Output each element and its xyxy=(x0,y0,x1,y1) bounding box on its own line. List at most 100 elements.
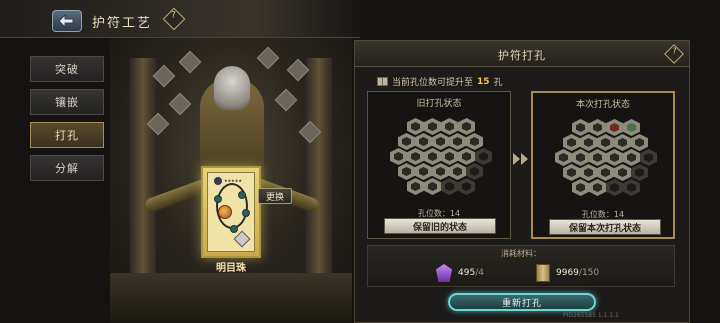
info-value: 15 xyxy=(477,76,490,87)
hole-slot xyxy=(623,119,640,136)
material-need: /4 xyxy=(475,268,484,278)
hole-slot xyxy=(407,118,424,135)
hole-slot xyxy=(606,149,623,166)
hole-slot xyxy=(458,118,475,135)
old-state-title: 旧打孔状态 xyxy=(416,99,462,109)
hole-slot xyxy=(449,163,466,180)
material-need: /150 xyxy=(578,268,600,278)
menu-item-breakthrough[interactable]: 突破 xyxy=(30,56,104,82)
menu-item-decompose[interactable]: 分解 xyxy=(30,155,104,181)
header-bar: 护符工艺 ? xyxy=(0,0,360,38)
hole-slot xyxy=(441,178,458,195)
hole-slot xyxy=(572,149,589,166)
hole-slot xyxy=(563,164,580,181)
material-amount: 495/4 xyxy=(458,268,484,278)
material-scroll: 9969/150 xyxy=(536,262,656,284)
hole-slot xyxy=(580,164,597,181)
hole-slot xyxy=(458,148,475,165)
panel-title: 护符打孔 xyxy=(498,49,546,62)
punch-panel: 护符打孔 ? 当前孔位数可提升至 15 孔 旧打孔状态 孔位数：14 保留旧的状态 … xyxy=(354,40,690,323)
item-name: 明目珠 xyxy=(216,263,246,274)
hole-slot xyxy=(407,178,424,195)
jade-bead xyxy=(242,209,250,217)
amulet-level-badge xyxy=(213,176,223,186)
hole-slot xyxy=(606,179,623,196)
hole-slot xyxy=(631,164,648,181)
amulet-card-face: ★★★★★ xyxy=(207,172,255,252)
page-title: 护符工艺 xyxy=(92,16,153,31)
material-amount: 9969/150 xyxy=(556,268,599,278)
hole-slot xyxy=(449,133,466,150)
hole-slot xyxy=(580,134,597,151)
material-have: 9969 xyxy=(556,268,579,278)
hole-slot xyxy=(441,148,458,165)
craft-menu: 突破 镶嵌 打孔 分解 xyxy=(30,56,104,188)
hole-slot xyxy=(597,164,614,181)
info-suffix: 孔 xyxy=(493,78,503,88)
hole-slot xyxy=(589,119,606,136)
compare-arrow-icon xyxy=(513,153,531,167)
hole-slot xyxy=(572,119,589,136)
hole-slot xyxy=(432,133,449,150)
hole-slot xyxy=(614,164,631,181)
info-prefix: 当前孔位数可提升至 xyxy=(392,78,474,88)
hole-slot xyxy=(390,148,407,165)
hole-slot xyxy=(458,178,475,195)
hole-slot xyxy=(589,149,606,166)
cost-area: 消耗材料： 495/4 9969/150 xyxy=(367,245,675,287)
statue-mask xyxy=(214,66,250,110)
hole-slot xyxy=(589,179,606,196)
menu-item-punch[interactable]: 打孔 xyxy=(30,122,104,148)
purple-crystal-icon xyxy=(436,264,452,282)
hole-slot xyxy=(475,148,492,165)
hole-slot xyxy=(623,149,640,166)
help-icon[interactable]: ? xyxy=(162,7,186,31)
rune-tile xyxy=(256,46,280,70)
hole-slot xyxy=(563,134,580,151)
back-button[interactable] xyxy=(52,10,82,32)
hole-slot xyxy=(640,149,657,166)
cost-title: 消耗材料： xyxy=(501,249,541,258)
rune-tile xyxy=(152,64,176,88)
rune-tile xyxy=(274,88,298,112)
hole-slot xyxy=(614,134,631,151)
scroll-icon xyxy=(536,264,550,282)
hole-slot xyxy=(597,134,614,151)
amber-bead xyxy=(218,205,232,219)
jade-bead xyxy=(238,191,246,199)
help-glyph: ? xyxy=(672,46,677,56)
new-state-title: 本次打孔状态 xyxy=(575,100,630,110)
book-icon xyxy=(377,77,388,86)
old-hole-grid xyxy=(390,118,492,204)
old-state-box: 旧打孔状态 孔位数：14 保留旧的状态 xyxy=(367,91,511,239)
amulet-card[interactable]: ★★★★★ xyxy=(201,166,261,258)
back-arrow-icon xyxy=(58,14,74,28)
hole-upgrade-info: 当前孔位数可提升至 15 孔 xyxy=(377,75,503,88)
jade-bead xyxy=(230,225,238,233)
hole-slot xyxy=(424,148,441,165)
scene-floor xyxy=(110,273,352,323)
replace-button[interactable]: 更换 xyxy=(258,188,292,204)
rune-tile xyxy=(178,50,202,74)
rune-tile xyxy=(168,92,192,116)
hole-slot xyxy=(572,179,589,196)
panel-header: 护符打孔 ? xyxy=(355,41,689,67)
hole-slot xyxy=(424,178,441,195)
hole-slot xyxy=(432,163,449,180)
hole-slot xyxy=(441,118,458,135)
hole-slot xyxy=(415,133,432,150)
new-hole-grid xyxy=(555,119,657,205)
hole-slot xyxy=(398,163,415,180)
menu-item-inlay[interactable]: 镶嵌 xyxy=(30,89,104,115)
help-glyph: ? xyxy=(171,10,176,21)
statue-scene: ★★★★★ 更换 明目珠 xyxy=(110,38,352,323)
hole-slot xyxy=(631,134,648,151)
gem-icon xyxy=(233,230,251,248)
keep-old-button[interactable]: 保留旧的状态 xyxy=(384,218,496,234)
hole-slot xyxy=(466,163,483,180)
jade-bead xyxy=(214,195,222,203)
repunch-button[interactable]: 重新打孔 xyxy=(448,293,596,311)
material-have: 495 xyxy=(458,268,476,278)
keep-new-button[interactable]: 保留本次打孔状态 xyxy=(549,219,661,235)
hole-slot xyxy=(424,118,441,135)
